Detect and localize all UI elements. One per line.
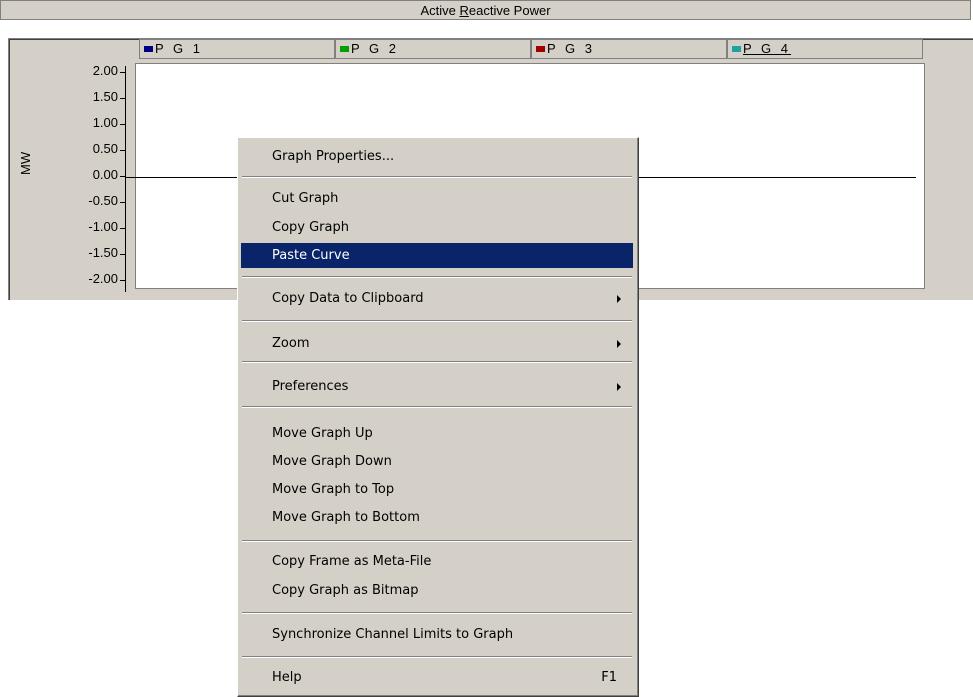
legend-item-pg2[interactable]: P G 2 (335, 39, 531, 59)
menu-item-label: Help (272, 670, 302, 685)
menu-separator (242, 656, 632, 658)
menu-separator (242, 612, 632, 614)
menu-separator (242, 320, 632, 322)
menu-item-label: Graph Properties... (272, 149, 395, 164)
menu-separator (242, 361, 632, 363)
menu-item-move-graph-to-top[interactable]: Move Graph to Top (241, 477, 633, 502)
menu-item-copy-graph[interactable]: Copy Graph (241, 215, 633, 240)
menu-separator (242, 176, 632, 178)
legend-swatch-pg4 (732, 45, 741, 52)
submenu-arrow-icon (617, 295, 621, 303)
menu-item-move-graph-down[interactable]: Move Graph Down (241, 449, 633, 474)
menu-item-label: Copy Frame as Meta-File (272, 554, 432, 569)
menu-item-label: Paste Curve (272, 248, 350, 263)
menu-item-copy-graph-as-bitmap[interactable]: Copy Graph as Bitmap (241, 578, 633, 603)
menu-item-move-graph-to-bottom[interactable]: Move Graph to Bottom (241, 505, 633, 530)
y-tick-label: 2.00 (92, 63, 118, 78)
menu-separator (242, 406, 632, 408)
graph-title-bar: Active Reactive Power (0, 0, 971, 20)
y-tick-label: -1.50 (88, 245, 118, 260)
menu-item-label: Move Graph Up (272, 426, 373, 441)
legend-label-pg2: P G 2 (351, 41, 400, 56)
legend-swatch-pg2 (340, 45, 349, 52)
menu-item-label: Move Graph to Top (272, 482, 395, 497)
y-axis-label: MW (18, 151, 33, 175)
legend-label-pg1: P G 1 (155, 41, 204, 56)
legend-item-pg4[interactable]: P G 4 (727, 39, 923, 59)
menu-item-label: Copy Graph (272, 220, 349, 235)
menu-item-help[interactable]: Help F1 (241, 665, 633, 690)
submenu-arrow-icon (617, 340, 621, 348)
menu-item-paste-curve[interactable]: Paste Curve (241, 243, 633, 268)
legend-label-pg4: P G 4 (743, 41, 792, 56)
y-tick-label: -1.00 (88, 219, 118, 234)
menu-item-label: Move Graph Down (272, 454, 392, 469)
menu-item-cut-graph[interactable]: Cut Graph (241, 186, 633, 211)
menu-separator (242, 276, 632, 278)
legend-swatch-pg1 (144, 45, 153, 52)
menu-item-graph-properties[interactable]: Graph Properties... (241, 144, 633, 169)
menu-item-move-graph-up[interactable]: Move Graph Up (241, 421, 633, 446)
legend-item-pg3[interactable]: P G 3 (531, 39, 727, 59)
menu-item-label: Cut Graph (272, 191, 339, 206)
graph-title-prefix: Active (420, 3, 460, 18)
menu-item-preferences[interactable]: Preferences (241, 374, 633, 399)
menu-item-label: Copy Graph as Bitmap (272, 583, 419, 598)
legend-label-pg3: P G 3 (547, 41, 596, 56)
legend-item-pg1[interactable]: P G 1 (139, 39, 335, 59)
context-menu: Graph Properties... Cut Graph Copy Graph… (237, 137, 639, 697)
y-tick-label: 1.00 (92, 115, 118, 130)
menu-item-copy-data-to-clipboard[interactable]: Copy Data to Clipboard (241, 286, 633, 311)
submenu-arrow-icon (617, 383, 621, 391)
menu-separator (242, 540, 632, 542)
legend-swatch-pg3 (536, 45, 545, 52)
menu-item-zoom[interactable]: Zoom (241, 331, 633, 356)
y-tick-label: 0.50 (92, 141, 118, 156)
y-tick-label: 0.00 (92, 167, 118, 182)
graph-title-mnemonic: R (459, 3, 469, 18)
y-tick-label: -0.50 (88, 193, 118, 208)
y-axis-line (125, 66, 126, 292)
y-tick-label: 1.50 (92, 89, 118, 104)
menu-shortcut: F1 (601, 670, 617, 685)
menu-item-synchronize-channel-limits[interactable]: Synchronize Channel Limits to Graph (241, 622, 633, 647)
menu-item-label: Preferences (272, 379, 349, 394)
menu-item-label: Copy Data to Clipboard (272, 291, 424, 306)
menu-item-label: Synchronize Channel Limits to Graph (272, 627, 514, 642)
menu-item-label: Move Graph to Bottom (272, 510, 420, 525)
graph-title-suffix: eactive Power (468, 3, 551, 18)
menu-item-label: Zoom (272, 336, 310, 351)
y-tick-label: -2.00 (88, 271, 118, 286)
menu-item-copy-frame-as-meta-file[interactable]: Copy Frame as Meta-File (241, 549, 633, 574)
